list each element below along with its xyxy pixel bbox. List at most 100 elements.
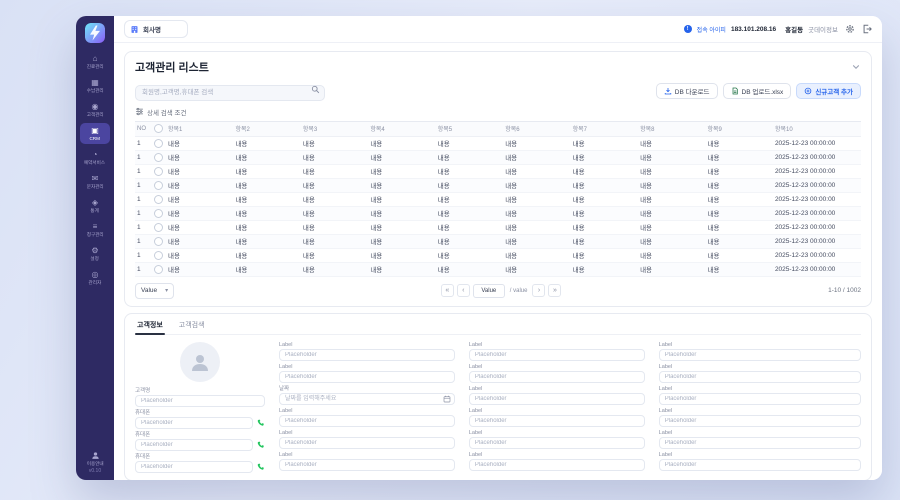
table-row[interactable]: 1 내용 내용 내용 내용 내용 내용 내용 내용 내용 xyxy=(135,151,861,165)
sidebar-item[interactable]: ⌂ 진료관리 xyxy=(80,51,110,72)
user-icon[interactable] xyxy=(91,451,100,460)
phone-input[interactable] xyxy=(135,439,253,451)
row-checkbox[interactable] xyxy=(154,209,163,218)
collapse-chevron-icon[interactable] xyxy=(851,62,861,72)
form-input[interactable] xyxy=(659,349,861,361)
row-checkbox[interactable] xyxy=(154,251,163,260)
row-cell: 내용 xyxy=(300,152,367,162)
detail-tab[interactable]: 고객검색 xyxy=(177,320,207,330)
sidebar-item[interactable]: ▦ 수납관리 xyxy=(80,75,110,96)
customer-list-card: 고객관리 리스트 xyxy=(124,51,872,307)
form-input[interactable] xyxy=(469,349,645,361)
form-input[interactable] xyxy=(469,393,645,405)
column-header[interactable]: 항목3 xyxy=(300,124,367,133)
first-page-button[interactable]: « xyxy=(441,284,454,297)
logout-icon[interactable] xyxy=(862,24,872,34)
form-input[interactable] xyxy=(659,415,861,427)
phone-input[interactable] xyxy=(135,461,253,473)
form-input[interactable] xyxy=(659,459,861,471)
table-row[interactable]: 1 내용 내용 내용 내용 내용 내용 내용 내용 내용 xyxy=(135,207,861,221)
column-header[interactable]: 항목2 xyxy=(232,124,299,133)
table-row[interactable]: 1 내용 내용 내용 내용 내용 내용 내용 내용 내용 xyxy=(135,249,861,263)
form-input[interactable] xyxy=(659,393,861,405)
phone-call-icon[interactable] xyxy=(257,419,265,427)
column-header[interactable]: 항목5 xyxy=(435,124,502,133)
row-checkbox[interactable] xyxy=(154,223,163,232)
settings-gear-icon[interactable] xyxy=(845,24,855,34)
row-checkbox[interactable] xyxy=(154,167,163,176)
phone-input[interactable] xyxy=(135,417,253,429)
customer-name-input[interactable] xyxy=(135,395,265,407)
form-input[interactable] xyxy=(279,459,455,471)
form-input[interactable] xyxy=(659,437,861,449)
sidebar-bottom-label[interactable]: 이용안내 xyxy=(87,461,104,467)
sidebar-item[interactable]: ≡ 청구관리 xyxy=(80,219,110,240)
column-header[interactable]: 항목1 xyxy=(165,124,232,133)
form-input[interactable] xyxy=(469,459,645,471)
calendar-icon[interactable] xyxy=(443,395,451,403)
column-header[interactable]: 항목9 xyxy=(705,124,772,133)
advanced-filter-toggle[interactable]: 상세 검색 조건 xyxy=(135,107,861,117)
add-customer-button[interactable]: 신규고객 추가 xyxy=(796,83,861,99)
sidebar-item[interactable]: ◈ 통계 xyxy=(80,195,110,216)
form-input[interactable] xyxy=(469,437,645,449)
sidebar-item[interactable]: ✉ 문자관리 xyxy=(80,171,110,192)
column-header[interactable]: 항목8 xyxy=(637,124,704,133)
row-checkbox[interactable] xyxy=(154,237,163,246)
row-checkbox[interactable] xyxy=(154,181,163,190)
db-upload-button[interactable]: DB 업로드.xlsx xyxy=(723,83,792,99)
row-checkbox[interactable] xyxy=(154,139,163,148)
table-row[interactable]: 1 내용 내용 내용 내용 내용 내용 내용 내용 내용 xyxy=(135,137,861,151)
search-icon[interactable] xyxy=(311,85,320,94)
form-field: Label xyxy=(659,364,861,383)
form-input[interactable] xyxy=(279,437,455,449)
card-header: 고객관리 리스트 xyxy=(135,59,861,75)
date-input[interactable] xyxy=(279,393,455,405)
phone-call-icon[interactable] xyxy=(257,441,265,449)
form-input[interactable] xyxy=(279,349,455,361)
prev-page-button[interactable]: ‹ xyxy=(457,284,470,297)
table-row[interactable]: 1 내용 내용 내용 내용 내용 내용 내용 내용 내용 xyxy=(135,221,861,235)
sidebar-item-label: CRM xyxy=(90,136,100,142)
table-row[interactable]: 1 내용 내용 내용 내용 내용 내용 내용 내용 내용 xyxy=(135,263,861,277)
sidebar-item[interactable]: ◔ 예약서비스 xyxy=(80,147,110,168)
db-download-button[interactable]: DB 다운로드 xyxy=(656,83,718,99)
table-row[interactable]: 1 내용 내용 내용 내용 내용 내용 내용 내용 내용 xyxy=(135,235,861,249)
search-input[interactable] xyxy=(135,85,325,101)
user-name[interactable]: 홍길동 xyxy=(785,24,803,34)
form-input[interactable] xyxy=(469,415,645,427)
select-all-checkbox[interactable] xyxy=(154,124,163,133)
phone-call-icon[interactable] xyxy=(257,463,265,471)
row-date-cell: 2025-12-23 00:00:00 xyxy=(772,140,861,147)
table-row[interactable]: 1 내용 내용 내용 내용 내용 내용 내용 내용 내용 xyxy=(135,165,861,179)
next-page-button[interactable]: › xyxy=(532,284,545,297)
column-header[interactable]: 항목10 xyxy=(772,124,861,133)
form-input[interactable] xyxy=(469,371,645,383)
row-checkbox[interactable] xyxy=(154,265,163,274)
form-field: Label xyxy=(469,430,645,449)
row-checkbox[interactable] xyxy=(154,153,163,162)
app-logo[interactable] xyxy=(85,23,105,43)
last-page-button[interactable]: » xyxy=(548,284,561,297)
column-header[interactable]: 항목7 xyxy=(570,124,637,133)
page-input[interactable]: Value xyxy=(473,284,505,298)
ip-value: 183.101.208.16 xyxy=(731,26,776,33)
detail-tab[interactable]: 고객정보 xyxy=(135,320,165,330)
table-row[interactable]: 1 내용 내용 내용 내용 내용 내용 내용 내용 내용 xyxy=(135,179,861,193)
sidebar-item[interactable]: ⚙ 설정 xyxy=(80,243,110,264)
desktop-background: ⌂ 진료관리 ▦ 수납관리 ◉ 고객관리 ▣ xyxy=(0,0,900,500)
sidebar-item[interactable]: ◉ 고객관리 xyxy=(80,99,110,120)
sidebar-item-icon: ⌂ xyxy=(93,54,98,63)
form-input[interactable] xyxy=(279,415,455,427)
workspace-tab[interactable]: 회사명 xyxy=(124,20,188,38)
row-cell: 내용 xyxy=(502,194,569,204)
sidebar-item[interactable]: ◎ 관리자 xyxy=(80,267,110,288)
table-row[interactable]: 1 내용 내용 내용 내용 내용 내용 내용 내용 내용 xyxy=(135,193,861,207)
column-header[interactable]: 항목6 xyxy=(502,124,569,133)
column-header[interactable]: 항목4 xyxy=(367,124,434,133)
form-input[interactable] xyxy=(279,371,455,383)
page-size-select[interactable]: Value ▾ xyxy=(135,283,174,299)
sidebar-item[interactable]: ▣ CRM xyxy=(80,123,110,144)
row-checkbox[interactable] xyxy=(154,195,163,204)
form-input[interactable] xyxy=(659,371,861,383)
